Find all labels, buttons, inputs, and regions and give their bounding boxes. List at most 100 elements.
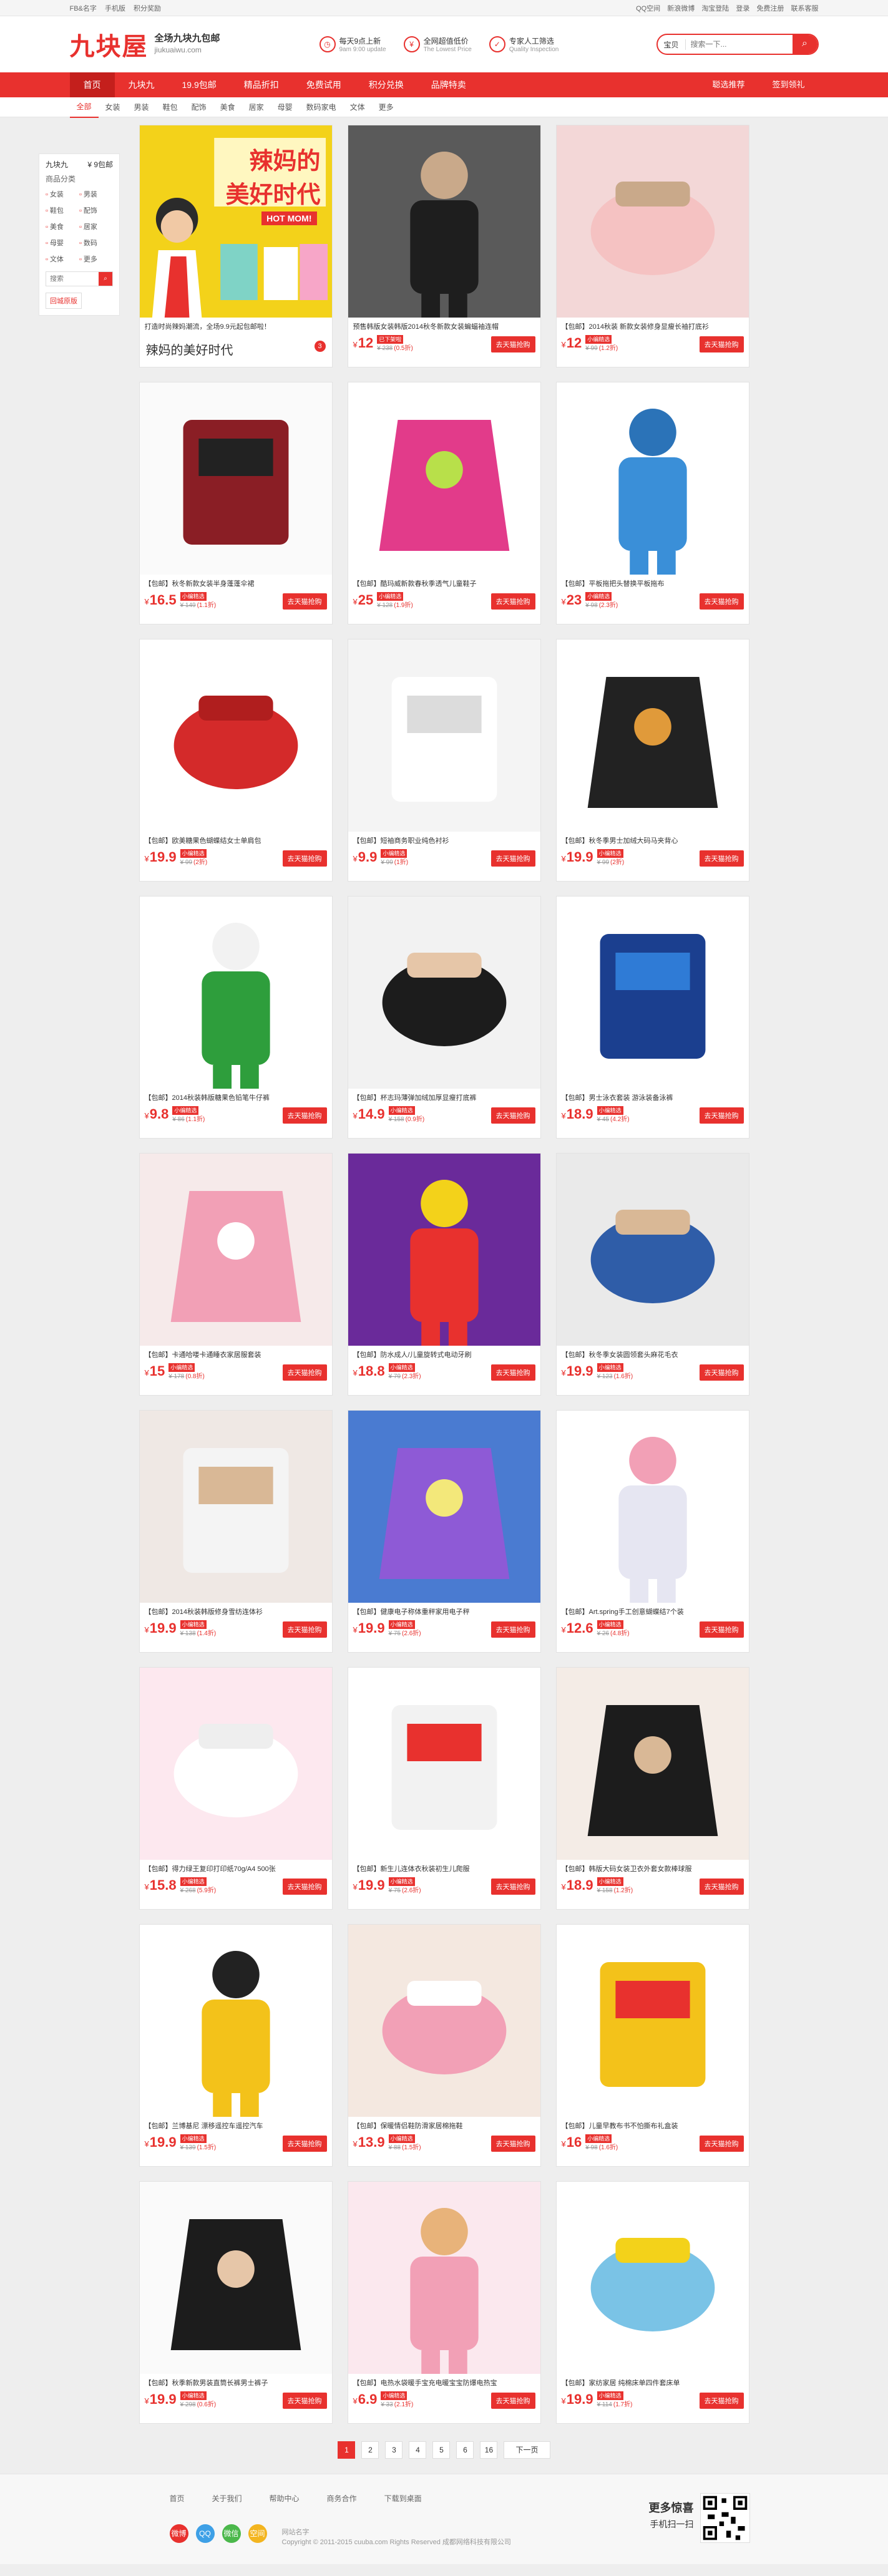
- service-link[interactable]: 联系客服: [791, 5, 819, 12]
- product-title[interactable]: 【包邮】儿童早教布书不怕撕布礼盒装: [557, 2117, 749, 2131]
- product-title[interactable]: 【包邮】韩版大码女装卫衣外套女款棒球服: [557, 1860, 749, 1874]
- product-card[interactable]: 【包邮】欧美糖果色蝴蝶结女士单肩包 ¥19.9 小编精选 ¥ 99 (2折) 去天猫抢购: [139, 639, 333, 882]
- buy-button[interactable]: 去天猫抢购: [490, 1621, 535, 1638]
- product-title[interactable]: 【包邮】家纺家居 纯棉床单四件套床单: [557, 2374, 749, 2388]
- nav-item-recommend[interactable]: 聪选推荐: [698, 72, 758, 97]
- product-image-frame[interactable]: [139, 2182, 332, 2374]
- side-category-item[interactable]: 女装: [46, 189, 79, 199]
- next-page-button[interactable]: 下一页: [504, 2441, 550, 2459]
- product-card[interactable]: 【包邮】新生儿连体衣秋装初生儿爬服 ¥19.9 小编精选 ¥ 75 (2.6折) 去天猫抢…: [347, 1667, 541, 1910]
- buy-button[interactable]: 去天猫抢购: [699, 2393, 744, 2409]
- category-tab[interactable]: 母婴: [271, 97, 300, 117]
- product-image-frame[interactable]: [556, 897, 749, 1089]
- buy-button[interactable]: 去天猫抢购: [282, 1107, 327, 1124]
- product-card[interactable]: 【包邮】2014秋装韩版修身雪纺连体衫 ¥19.9 小编精选 ¥ 138 (1.4折) 去…: [139, 1410, 333, 1653]
- product-card[interactable]: 【包邮】电热水袋暖手宝充电暖宝宝防爆电热宝 ¥6.9 小编精选 ¥ 33 (2.1折) 去…: [347, 2181, 541, 2424]
- buy-button[interactable]: 去天猫抢购: [699, 1621, 744, 1638]
- product-card[interactable]: 预售韩版女装韩版2014秋冬新款女装蝙蝠袖连帽 ¥12 已下架啦 ¥ 238 (0.5折…: [347, 125, 541, 367]
- footer-link[interactable]: 关于我们: [212, 2493, 242, 2504]
- buy-button[interactable]: 去天猫抢购: [282, 1364, 327, 1381]
- product-image-frame[interactable]: [348, 1668, 540, 1860]
- product-card[interactable]: 【包邮】男士泳衣套装 游泳装备泳裤 ¥18.9 小编精选 ¥ 45 (4.2折) 去天猫抢…: [555, 896, 749, 1139]
- page-number-button[interactable]: 2: [361, 2441, 379, 2459]
- product-title[interactable]: 【包邮】平板拖把头替换平板拖布: [557, 575, 749, 588]
- side-category-item[interactable]: 男装: [79, 189, 113, 199]
- product-card[interactable]: 【包邮】健康电子称体重秤家用电子秤 ¥19.9 小编精选 ¥ 75 (2.6折) 去天猫抢…: [347, 1410, 541, 1653]
- product-title[interactable]: 【包邮】欧美糖果色蝴蝶结女士单肩包: [140, 832, 332, 845]
- product-card[interactable]: 【包邮】秋冬新款女装半身蓬蓬伞裙 ¥16.5 小编精选 ¥ 149 (1.1折) 去天猫抢…: [139, 382, 333, 625]
- product-title[interactable]: 【包邮】秋冬季男士加绒大码马夹背心: [557, 832, 749, 845]
- nav-item[interactable]: 免费试用: [293, 72, 355, 97]
- product-card[interactable]: 【包邮】短袖商务职业纯色衬衫 ¥9.9 小编精选 ¥ 99 (1折) 去天猫抢购: [347, 639, 541, 882]
- login-link[interactable]: 登录: [736, 5, 749, 12]
- product-card[interactable]: 【包邮】Art.spring手工创意蝴蝶结7个装 ¥12.6 小编精选 ¥ 26 (4.…: [555, 1410, 749, 1653]
- category-tab[interactable]: 美食: [213, 97, 242, 117]
- qzone-icon[interactable]: 空间: [248, 2524, 267, 2543]
- product-title[interactable]: 【包邮】酷玛威新款春秋季透气儿童鞋子: [348, 575, 540, 588]
- product-card[interactable]: 【包邮】秋季新款男装直筒长裤男士裤子 ¥19.9 小编精选 ¥ 298 (0.6折) 去天…: [139, 2181, 333, 2424]
- product-image-frame[interactable]: [556, 382, 749, 575]
- product-card[interactable]: 【包邮】平板拖把头替换平板拖布 ¥23 小编精选 ¥ 98 (2.3折) 去天猫抢购: [555, 382, 749, 625]
- buy-button[interactable]: 去天猫抢购: [490, 593, 535, 610]
- product-card[interactable]: 【包邮】秋冬季女装圆领套头麻花毛衣 ¥19.9 小编精选 ¥ 123 (1.6折) 去天猫…: [555, 1153, 749, 1396]
- product-title[interactable]: 【包邮】电热水袋暖手宝充电暖宝宝防爆电热宝: [348, 2374, 540, 2388]
- topbar-link[interactable]: FB&名字: [70, 5, 97, 12]
- buy-button[interactable]: 去天猫抢购: [699, 336, 744, 352]
- product-card[interactable]: 【包邮】酷玛威新款春秋季透气儿童鞋子 ¥25 小编精选 ¥ 128 (1.9折) 去天猫抢…: [347, 382, 541, 625]
- product-card[interactable]: 【包邮】韩版大码女装卫衣外套女款棒球服 ¥18.9 小编精选 ¥ 158 (1.2折) 去…: [555, 1667, 749, 1910]
- product-title[interactable]: 【包邮】短袖商务职业纯色衬衫: [348, 832, 540, 845]
- side-title[interactable]: 九块九: [46, 159, 68, 170]
- product-image-frame[interactable]: [348, 125, 540, 318]
- side-category-item[interactable]: 更多: [79, 254, 113, 264]
- nav-item[interactable]: 精品折扣: [230, 72, 293, 97]
- product-title[interactable]: 【包邮】杯志玛薄弹加绒加厚显瘦打底裤: [348, 1089, 540, 1102]
- category-tab[interactable]: 鞋包: [156, 97, 185, 117]
- buy-button[interactable]: 去天猫抢购: [490, 2393, 535, 2409]
- product-image-frame[interactable]: [556, 125, 749, 318]
- topbar-link[interactable]: QQ空间: [636, 5, 660, 12]
- buy-button[interactable]: 去天猫抢购: [282, 850, 327, 867]
- footer-link[interactable]: 首页: [170, 2493, 185, 2504]
- product-image-frame[interactable]: [556, 1668, 749, 1860]
- topbar-link[interactable]: 手机版: [105, 5, 125, 12]
- side-search-button[interactable]: ⌕: [99, 272, 112, 286]
- buy-button[interactable]: 去天猫抢购: [699, 2136, 744, 2152]
- product-image-frame[interactable]: [556, 639, 749, 832]
- buy-button[interactable]: 去天猫抢购: [490, 1879, 535, 1895]
- buy-button[interactable]: 去天猫抢购: [490, 2136, 535, 2152]
- product-card[interactable]: 【包邮】儿童早教布书不怕撕布礼盒装 ¥16 小编精选 ¥ 98 (1.6折) 去天猫抢购: [555, 1924, 749, 2167]
- product-title[interactable]: 【包邮】2014秋装韩版修身雪纺连体衫: [140, 1603, 332, 1616]
- wechat-icon[interactable]: 微信: [222, 2524, 241, 2543]
- buy-button[interactable]: 去天猫抢购: [699, 1879, 744, 1895]
- product-card[interactable]: 【包邮】兰博基尼 漂移遥控车遥控汽车 ¥19.9 小编精选 ¥ 139 (1.5折) 去天…: [139, 1924, 333, 2167]
- product-image-frame[interactable]: [139, 897, 332, 1089]
- buy-button[interactable]: 去天猫抢购: [282, 593, 327, 610]
- product-card[interactable]: 【包邮】2014秋装 新款女装修身显瘦长袖打底衫 ¥12 小编精选 ¥ 99 (1.2折…: [555, 125, 749, 367]
- page-number-button[interactable]: 16: [480, 2441, 498, 2459]
- nav-item-home[interactable]: 首页: [69, 72, 115, 97]
- product-title[interactable]: 【包邮】卡通哈喽卡通睡衣家居服套装: [140, 1346, 332, 1359]
- buy-button[interactable]: 去天猫抢购: [699, 1107, 744, 1124]
- category-tab[interactable]: 数码家电: [300, 97, 343, 117]
- product-title[interactable]: 【包邮】新生儿连体衣秋装初生儿爬服: [348, 1860, 540, 1874]
- buy-button[interactable]: 去天猫抢购: [282, 2136, 327, 2152]
- product-image-frame[interactable]: [139, 1925, 332, 2117]
- footer-link[interactable]: 帮助中心: [270, 2493, 300, 2504]
- category-tab[interactable]: 文体: [343, 97, 372, 117]
- product-image-frame[interactable]: [348, 1411, 540, 1603]
- product-image-frame[interactable]: [348, 639, 540, 832]
- category-tab[interactable]: 女装: [99, 97, 127, 117]
- product-image-frame[interactable]: [139, 1154, 332, 1346]
- topbar-link[interactable]: 新浪微博: [667, 5, 695, 12]
- product-card[interactable]: 【包邮】家纺家居 纯棉床单四件套床单 ¥19.9 小编精选 ¥ 114 (1.7折) 去天…: [555, 2181, 749, 2424]
- promo-card[interactable]: 辣妈的 美好时代 HOT MOM! 打造时尚辣妈潮流，全场9.9元起包邮啦！ 辣…: [139, 125, 333, 367]
- product-image-frame[interactable]: [139, 1668, 332, 1860]
- product-image-frame[interactable]: [139, 382, 332, 575]
- topbar-link[interactable]: 积分奖励: [134, 5, 161, 12]
- product-title[interactable]: 【包邮】2014秋装 新款女装修身显瘦长袖打底衫: [557, 318, 749, 331]
- side-search-input[interactable]: [46, 275, 96, 283]
- side-category-item[interactable]: 文体: [46, 254, 79, 264]
- buy-button[interactable]: 去天猫抢购: [699, 1364, 744, 1381]
- product-title[interactable]: 预售韩版女装韩版2014秋冬新款女装蝙蝠袖连帽: [348, 318, 540, 331]
- promo-title[interactable]: 辣妈的美好时代: [140, 331, 332, 358]
